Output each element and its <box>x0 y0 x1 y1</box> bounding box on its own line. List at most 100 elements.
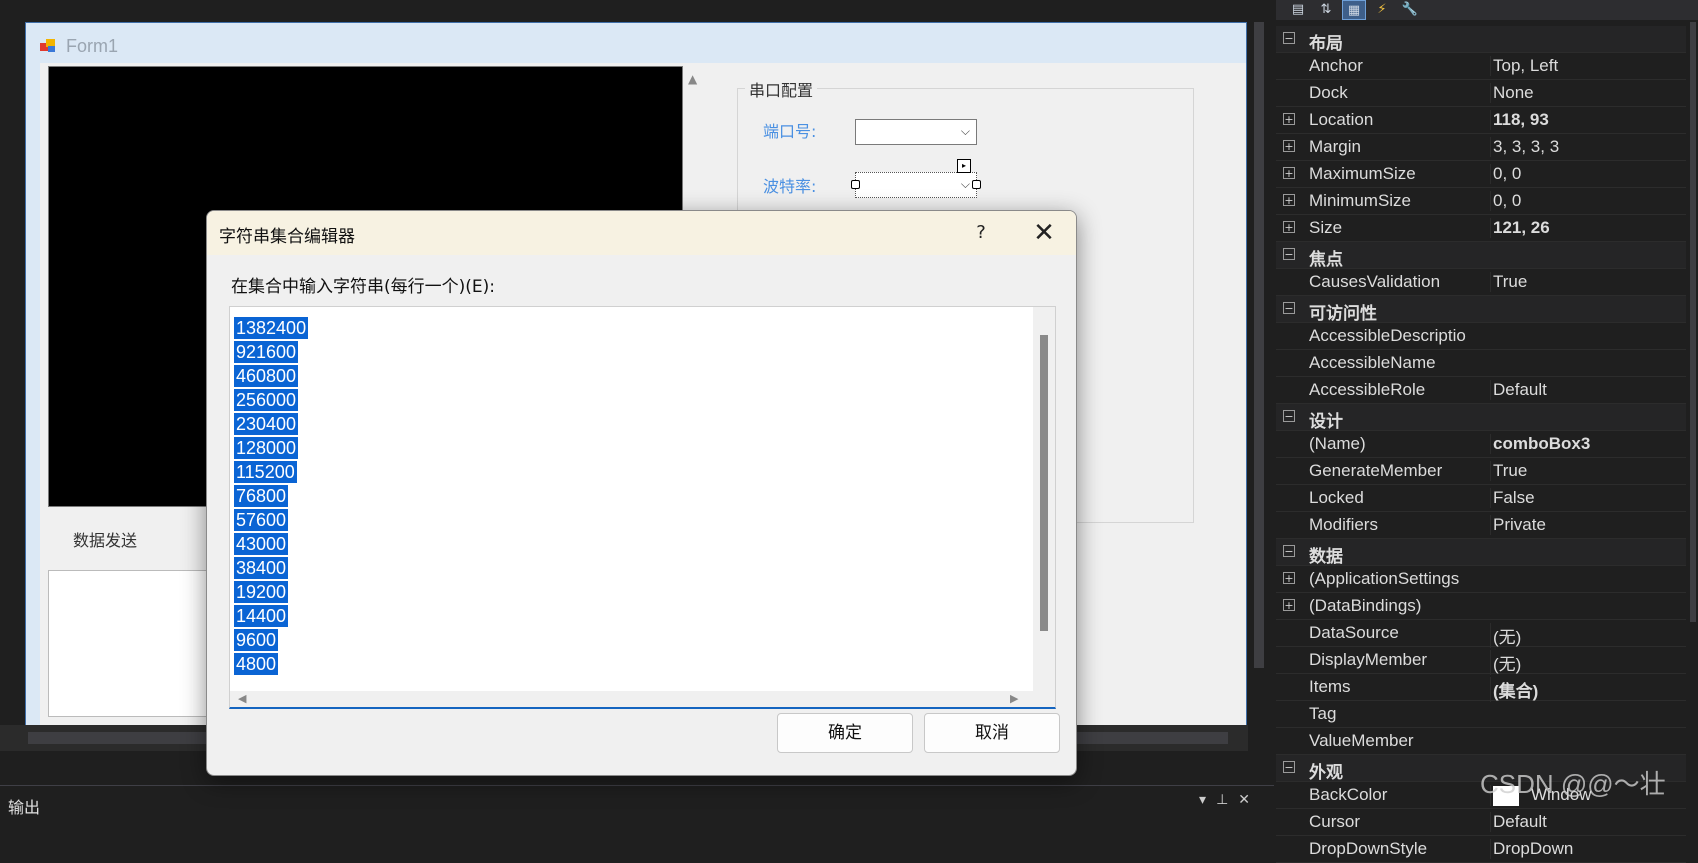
expand-icon[interactable]: + <box>1283 572 1295 584</box>
string-line[interactable]: 128000 <box>234 437 308 461</box>
property-row[interactable]: + (ApplicationSettings <box>1276 566 1686 593</box>
close-icon[interactable]: ✕ <box>1238 792 1260 808</box>
expand-icon[interactable]: + <box>1283 599 1295 611</box>
dropdown-icon[interactable]: ▾ <box>1199 792 1216 808</box>
strings-textarea[interactable]: 1382400 921600 460800 256000 230400 128000 115… <box>229 306 1056 709</box>
property-value[interactable]: 0, 0 <box>1490 191 1683 211</box>
property-value[interactable]: 0, 0 <box>1490 164 1683 184</box>
property-row[interactable]: DisplayMember (无) <box>1276 647 1686 675</box>
property-row[interactable]: DataSource (无) <box>1276 620 1686 648</box>
property-value[interactable]: 118, 93 <box>1490 110 1683 130</box>
string-line[interactable]: 57600 <box>234 509 308 533</box>
property-row[interactable]: + Location 118, 93 <box>1276 107 1686 134</box>
collapse-icon[interactable]: − <box>1283 410 1295 422</box>
ok-button[interactable]: 确定 <box>777 713 913 753</box>
scroll-right-icon[interactable]: ▶ <box>1010 692 1018 705</box>
property-row[interactable]: + Size 121, 26 <box>1276 215 1686 242</box>
port-combobox[interactable]: ⌵ <box>855 119 977 145</box>
string-line[interactable]: 38400 <box>234 557 308 581</box>
help-button[interactable]: ? <box>966 219 996 247</box>
property-value[interactable]: Default <box>1490 812 1683 832</box>
property-category[interactable]: − 布局 <box>1276 26 1686 53</box>
property-row[interactable]: DropDownStyle DropDown <box>1276 836 1686 863</box>
property-value[interactable]: Default <box>1490 380 1683 400</box>
property-value[interactable]: comboBox3 <box>1490 434 1683 454</box>
collapse-icon[interactable]: − <box>1283 32 1295 44</box>
property-value[interactable]: (无) <box>1490 650 1683 675</box>
collapse-icon[interactable]: − <box>1283 761 1295 773</box>
resize-handle-left[interactable] <box>851 180 860 189</box>
property-value[interactable]: DropDown <box>1490 839 1683 859</box>
properties-scrollbar[interactable] <box>1688 22 1698 816</box>
property-row[interactable]: Locked False <box>1276 485 1686 512</box>
property-value[interactable]: True <box>1490 461 1683 481</box>
string-line[interactable]: 14400 <box>234 605 308 629</box>
pin-icon[interactable]: ⊥ <box>1216 792 1238 808</box>
scrollbar-thumb[interactable] <box>1254 22 1264 668</box>
property-value[interactable]: 3, 3, 3, 3 <box>1490 137 1683 157</box>
property-value[interactable]: 121, 26 <box>1490 218 1683 238</box>
property-row[interactable]: (Name) comboBox3 <box>1276 431 1686 458</box>
property-row[interactable]: AccessibleName <box>1276 350 1686 377</box>
property-category[interactable]: − 焦点 <box>1276 242 1686 269</box>
string-line[interactable]: 76800 <box>234 485 308 509</box>
property-value[interactable]: (无) <box>1490 623 1683 648</box>
textarea-vertical-scrollbar[interactable] <box>1033 307 1055 691</box>
collapse-icon[interactable]: − <box>1283 302 1295 314</box>
property-row[interactable]: ValueMember <box>1276 728 1686 755</box>
close-button[interactable]: ✕ <box>1028 219 1060 247</box>
string-line[interactable]: 115200 <box>234 461 308 485</box>
string-line[interactable]: 19200 <box>234 581 308 605</box>
collapse-icon[interactable]: − <box>1283 545 1295 557</box>
string-line[interactable]: 460800 <box>234 365 308 389</box>
scrollbar-thumb[interactable] <box>1040 335 1048 631</box>
string-line[interactable]: 4800 <box>234 653 308 677</box>
scroll-left-icon[interactable]: ◀ <box>238 692 246 705</box>
string-line[interactable]: 43000 <box>234 533 308 557</box>
textarea-horizontal-scrollbar[interactable]: ◀ ▶ <box>230 691 1055 707</box>
property-row[interactable]: + Margin 3, 3, 3, 3 <box>1276 134 1686 161</box>
events-lightning-icon[interactable]: ⚡ <box>1370 0 1394 20</box>
collapse-icon[interactable]: − <box>1283 248 1295 260</box>
property-row[interactable]: Items (集合) <box>1276 674 1686 702</box>
property-row[interactable]: + (DataBindings) <box>1276 593 1686 620</box>
resize-handle-right[interactable] <box>972 180 981 189</box>
baud-combobox[interactable]: ⌵ <box>851 172 981 198</box>
property-row[interactable]: GenerateMember True <box>1276 458 1686 485</box>
property-value[interactable]: (集合) <box>1490 677 1683 702</box>
property-row[interactable]: AccessibleRole Default <box>1276 377 1686 404</box>
designer-vertical-scrollbar[interactable] <box>1248 0 1270 725</box>
string-line[interactable]: 1382400 <box>234 317 309 341</box>
property-value[interactable]: Private <box>1490 515 1683 535</box>
property-row[interactable]: Tag <box>1276 701 1686 728</box>
property-value[interactable]: None <box>1490 83 1683 103</box>
categorized-icon[interactable]: ▤ <box>1286 0 1310 20</box>
scrollbar-thumb[interactable] <box>1690 22 1696 622</box>
string-line[interactable]: 921600 <box>234 341 308 365</box>
expand-icon[interactable]: + <box>1283 194 1295 206</box>
string-line[interactable]: 9600 <box>234 629 308 653</box>
properties-icon[interactable]: ▦ <box>1342 0 1366 20</box>
expand-icon[interactable]: + <box>1283 113 1295 125</box>
string-line[interactable]: 230400 <box>234 413 308 437</box>
scroll-up-icon[interactable]: ▲ <box>688 72 697 86</box>
property-category[interactable]: − 设计 <box>1276 404 1686 431</box>
property-row[interactable]: Dock None <box>1276 80 1686 107</box>
property-category[interactable]: − 数据 <box>1276 539 1686 566</box>
alphabetical-icon[interactable]: ⇅ <box>1314 0 1338 20</box>
property-value[interactable]: True <box>1490 272 1683 292</box>
property-row[interactable]: AccessibleDescriptio <box>1276 323 1686 350</box>
property-category[interactable]: − 可访问性 <box>1276 296 1686 323</box>
expand-icon[interactable]: + <box>1283 221 1295 233</box>
smart-tag-icon[interactable]: ▸ <box>957 159 971 173</box>
send-textbox[interactable] <box>48 570 210 717</box>
property-value[interactable]: Top, Left <box>1490 56 1683 76</box>
wrench-icon[interactable]: 🔧 <box>1398 0 1422 20</box>
cancel-button[interactable]: 取消 <box>924 713 1060 753</box>
property-row[interactable]: + MaximumSize 0, 0 <box>1276 161 1686 188</box>
string-line[interactable]: 256000 <box>234 389 308 413</box>
expand-icon[interactable]: + <box>1283 167 1295 179</box>
property-row[interactable]: Cursor Default <box>1276 809 1686 836</box>
output-title[interactable]: 输出 <box>8 794 40 818</box>
property-row[interactable]: Anchor Top, Left <box>1276 53 1686 80</box>
